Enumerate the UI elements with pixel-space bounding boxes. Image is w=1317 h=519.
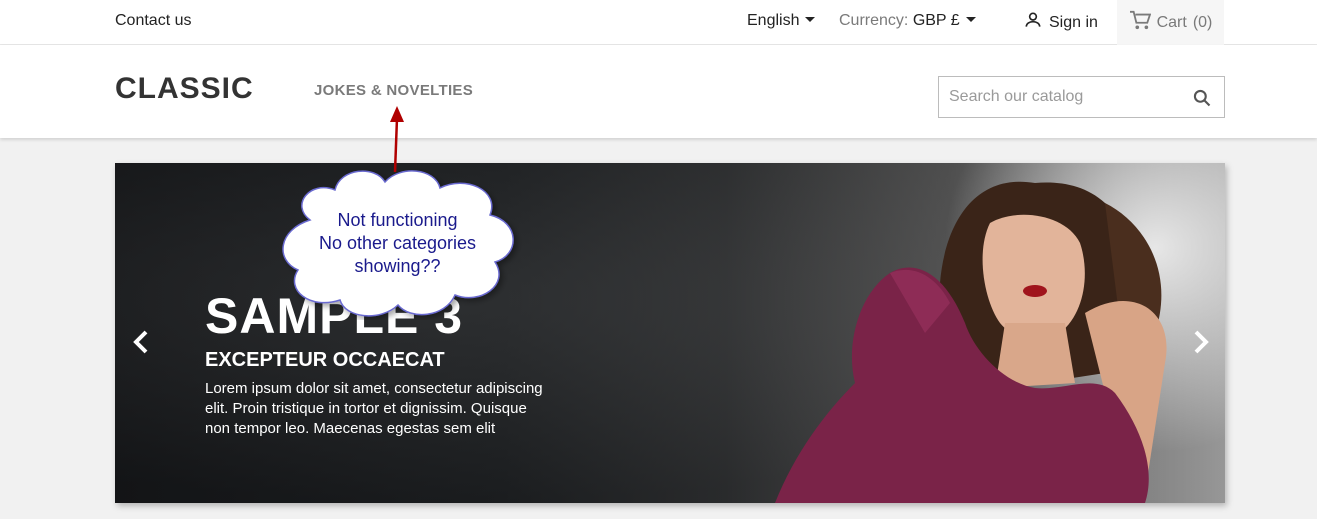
carousel-next-button[interactable]: [1189, 328, 1213, 356]
carousel-prev-button[interactable]: [129, 328, 153, 356]
annotation-line-3: showing??: [354, 256, 441, 276]
user-icon: [1023, 10, 1043, 35]
sign-in-link[interactable]: Sign in: [1023, 10, 1098, 35]
currency-value: GBP £: [912, 12, 960, 29]
search-icon[interactable]: [1192, 88, 1212, 113]
slide-subtitle: EXCEPTEUR OCCAECAT: [205, 349, 445, 371]
annotation-text: Not functioning No other categories show…: [290, 209, 505, 278]
sign-in-label: Sign in: [1049, 13, 1098, 31]
slide-description: Lorem ipsum dolor sit amet, consectetur …: [205, 380, 543, 437]
chevron-down-icon: [805, 16, 816, 22]
language-label: English: [747, 12, 800, 29]
cart-count: (0): [1192, 13, 1213, 31]
chevron-left-icon: [133, 330, 148, 354]
search-box: [938, 76, 1225, 118]
currency-prefix: Currency:: [839, 12, 909, 29]
currency-selector[interactable]: Currency: GBP £: [839, 12, 976, 30]
contact-us-link[interactable]: Contact us: [115, 12, 191, 30]
top-nav-bar: Contact us English Currency: GBP £ Sign …: [0, 0, 1317, 45]
annotation-line-1: Not functioning: [337, 210, 458, 230]
cart-label: Cart: [1156, 13, 1187, 31]
slide-model-image: [775, 163, 1225, 503]
site-header: CLASSIC JOKES & NOVELTIES: [0, 45, 1317, 138]
chevron-right-icon: [1194, 330, 1209, 354]
chevron-down-icon: [965, 16, 976, 22]
annotation-line-2: No other categories: [318, 233, 477, 253]
cart-button[interactable]: Cart (0): [1117, 0, 1224, 45]
site-logo[interactable]: CLASSIC: [115, 72, 254, 106]
menu-item-jokes-novelties[interactable]: JOKES & NOVELTIES: [314, 82, 473, 99]
search-input[interactable]: [939, 77, 1184, 117]
language-selector[interactable]: English: [747, 12, 816, 30]
shopping-cart-icon: [1129, 10, 1151, 35]
